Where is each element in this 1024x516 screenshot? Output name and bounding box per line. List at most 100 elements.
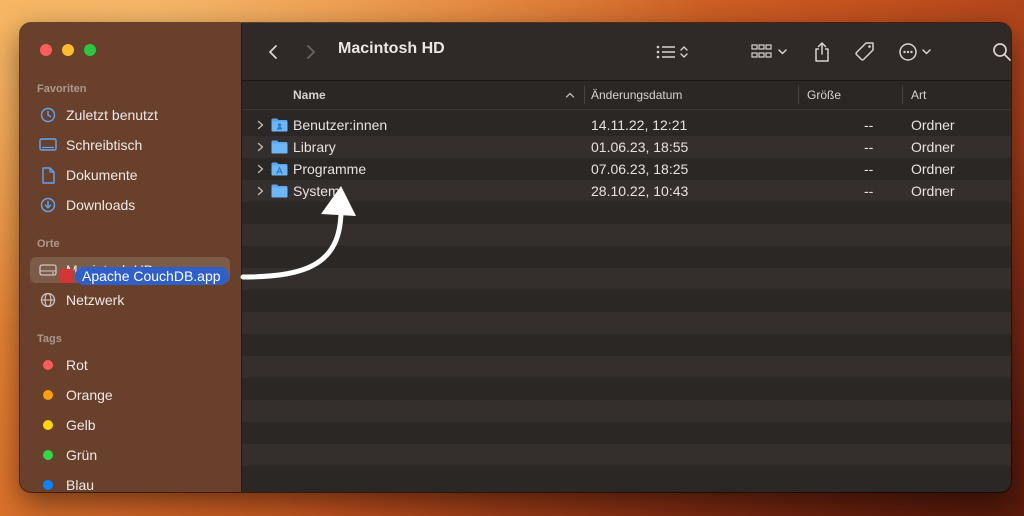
empty-row [242,422,1011,444]
download-icon [36,197,60,213]
sidebar-tag-yellow[interactable]: Gelb [30,412,230,438]
sidebar-tag-green[interactable]: Grün [30,442,230,468]
toolbar: Macintosh HD [242,23,1011,81]
share-button[interactable] [810,23,834,80]
sidebar-item-documents[interactable]: Dokumente [30,162,230,188]
harddisk-icon [36,264,60,276]
file-size: -- [864,161,874,177]
sidebar-item-label: Downloads [66,197,136,213]
sidebar-item-recents[interactable]: Zuletzt benutzt [30,102,230,128]
empty-row [242,356,1011,378]
sidebar-item-desktop[interactable]: Schreibtisch [30,132,230,158]
red-tag-dot-icon [43,360,53,370]
column-kind-header[interactable]: Art [911,81,926,109]
column-separator [902,86,903,104]
chevron-left-icon [269,44,277,59]
tag-button[interactable] [852,23,878,80]
sidebar-tag-blue[interactable]: Blau [30,472,230,492]
file-kind: Ordner [911,161,955,177]
blue-tag-dot-icon [43,480,53,490]
sidebar-item-label: Orange [66,387,113,403]
grid-group-icon [751,43,787,58]
empty-row [242,444,1011,466]
empty-row [242,312,1011,334]
clock-icon [36,107,60,123]
zoom-window-button[interactable] [84,44,96,56]
column-header: Name Änderungsdatum Größe Art [242,81,1011,110]
window-title: Macintosh HD [338,40,445,57]
content-area: Macintosh HD Name Änderungsdatum Größe A… [242,23,1011,492]
view-options-button[interactable] [654,23,694,80]
sidebar-item-label: Schreibtisch [66,137,143,153]
forward-button[interactable] [300,23,322,80]
empty-row [242,290,1011,312]
yellow-tag-dot-icon [43,420,53,430]
file-name: Benutzer:innen [293,117,388,133]
disclosure-chevron-icon[interactable] [257,158,264,180]
file-date: 07.06.23, 18:25 [591,161,689,177]
desktop-icon [36,138,60,152]
ellipsis-circle-icon [899,42,931,61]
tag-icon [855,41,874,61]
file-size: -- [864,117,874,133]
file-date: 01.06.23, 18:55 [591,139,689,155]
tags-header: Tags [37,333,62,345]
disclosure-chevron-icon[interactable] [257,136,264,158]
empty-row [242,334,1011,356]
sidebar-item-downloads[interactable]: Downloads [30,192,230,218]
sidebar-item-label: Gelb [66,417,96,433]
finder-window: Favoriten Zuletzt benutzt Schreibtisch D… [20,23,1011,492]
disclosure-chevron-icon[interactable] [257,180,264,202]
chevron-right-icon [307,44,315,59]
file-kind: Ordner [911,139,955,155]
sort-ascending-icon [565,81,575,109]
empty-row [242,202,1011,224]
column-separator [798,86,799,104]
users-folder-icon [271,118,288,137]
drag-label[interactable]: Apache CouchDB.app [75,267,229,285]
orange-tag-dot-icon [43,390,53,400]
search-icon [993,42,1011,61]
group-button[interactable] [750,23,792,80]
file-list: Benutzer:innen 14.11.22, 12:21 -- Ordner… [242,114,1011,492]
table-row[interactable]: Library 01.06.23, 18:55 -- Ordner [242,136,1011,158]
folder-icon [271,140,288,159]
back-button[interactable] [262,23,284,80]
sidebar-item-network[interactable]: Netzwerk [30,287,230,313]
file-size: -- [864,139,874,155]
disclosure-chevron-icon[interactable] [257,114,264,136]
system-folder-icon [271,184,288,203]
sidebar: Favoriten Zuletzt benutzt Schreibtisch D… [20,23,242,492]
empty-row [242,378,1011,400]
places-header: Orte [37,238,60,250]
search-button[interactable] [990,23,1011,80]
empty-row [242,466,1011,488]
sidebar-tag-orange[interactable]: Orange [30,382,230,408]
table-row[interactable]: Benutzer:innen 14.11.22, 12:21 -- Ordner [242,114,1011,136]
sidebar-item-label: Rot [66,357,88,373]
sidebar-item-label: Blau [66,477,95,492]
column-name-header[interactable]: Name [293,81,326,109]
empty-row [242,246,1011,268]
more-actions-button[interactable] [897,23,939,80]
file-size: -- [864,183,874,199]
close-window-button[interactable] [40,44,52,56]
favorites-header: Favoriten [37,83,87,95]
sidebar-item-label: Dokumente [66,167,138,183]
column-size-header[interactable]: Größe [807,81,841,109]
table-row[interactable]: System 28.10.22, 10:43 -- Ordner [242,180,1011,202]
column-date-header[interactable]: Änderungsdatum [591,81,682,109]
applications-folder-icon [271,162,288,181]
sidebar-item-label: Grün [66,447,98,463]
file-name: Library [293,139,336,155]
empty-row [242,268,1011,290]
table-row[interactable]: Programme 07.06.23, 18:25 -- Ordner [242,158,1011,180]
list-view-icon [656,45,688,58]
sidebar-tag-red[interactable]: Rot [30,352,230,378]
green-tag-dot-icon [43,450,53,460]
minimize-window-button[interactable] [62,44,74,56]
document-icon [36,166,60,184]
globe-icon [36,292,60,308]
file-kind: Ordner [911,117,955,133]
sidebar-item-label: Zuletzt benutzt [66,107,158,123]
